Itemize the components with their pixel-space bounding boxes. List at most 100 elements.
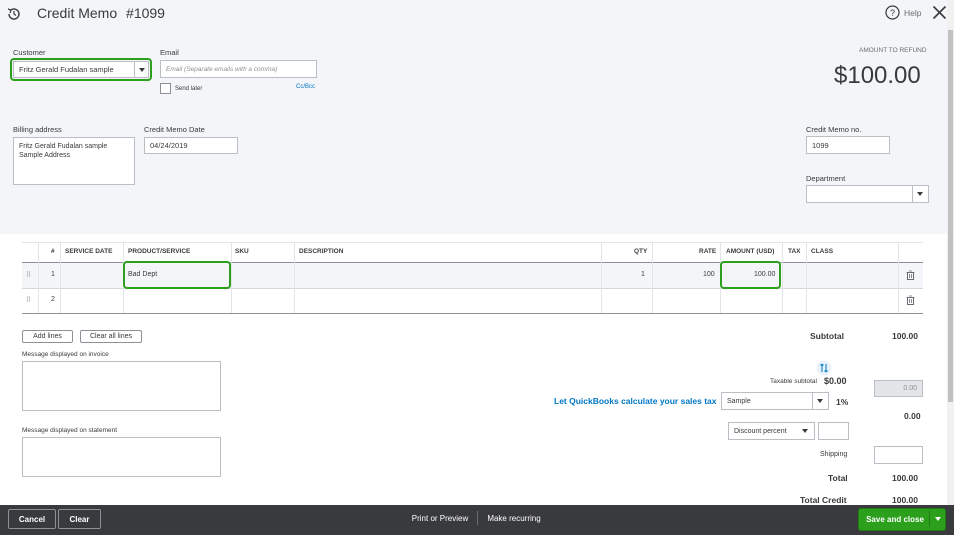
print-preview-button[interactable]: Print or Preview <box>408 509 472 527</box>
chevron-down-icon[interactable] <box>817 399 823 403</box>
shipping-field[interactable] <box>874 446 923 464</box>
email-label: Email <box>160 48 179 57</box>
memo-date-field[interactable]: 04/24/2019 <box>144 137 238 154</box>
col-header-rate: RATE <box>699 248 717 255</box>
chevron-down-icon[interactable] <box>802 429 808 433</box>
row-number: 2 <box>51 296 55 303</box>
cc-bcc-link[interactable]: Cc/Bcc <box>296 84 315 90</box>
scrollbar-thumb[interactable] <box>948 30 953 402</box>
close-icon[interactable] <box>932 5 947 20</box>
make-recurring-button[interactable]: Make recurring <box>483 509 545 527</box>
tax-rate-percent: 1% <box>836 397 849 407</box>
col-header-amount: AMOUNT (USD) <box>726 248 775 255</box>
email-field[interactable]: Email (Separate emails with a comma) <box>160 60 317 78</box>
amount-to-refund-value: $100.00 <box>834 62 921 89</box>
col-divider <box>601 242 602 313</box>
taxable-subtotal-value: $0.00 <box>824 376 847 386</box>
drag-handle-icon[interactable]: ⠿ <box>26 271 31 279</box>
memo-no-value: 1099 <box>812 140 829 150</box>
billing-line-1: Fritz Gerald Fudalan sample <box>19 143 108 150</box>
shipping-label: Shipping <box>820 451 848 458</box>
footer-divider <box>477 511 478 525</box>
chevron-down-icon[interactable] <box>917 192 923 196</box>
send-later-checkbox[interactable] <box>160 83 171 94</box>
subtotal-value: 100.00 <box>892 331 918 341</box>
col-header-class: CLASS <box>811 248 834 255</box>
row-rate[interactable]: 100 <box>703 271 715 278</box>
taxable-subtotal-label: Taxable subtotal <box>770 378 817 385</box>
col-divider <box>652 242 653 313</box>
email-placeholder: Email (Separate emails with a comma) <box>166 65 278 73</box>
memo-no-label: Credit Memo no. <box>806 125 862 134</box>
customer-highlight <box>10 58 152 81</box>
cancel-button[interactable]: Cancel <box>8 509 56 529</box>
col-divider <box>782 242 783 313</box>
col-header-num: # <box>51 248 55 255</box>
save-and-close-label[interactable]: Save and close <box>862 509 928 529</box>
drag-handle-icon[interactable]: ⠿ <box>26 296 31 304</box>
department-select-divider <box>912 186 913 202</box>
help-label[interactable]: Help <box>904 8 921 18</box>
total-credit-label: Total Credit <box>800 495 847 505</box>
subtotal-label: Subtotal <box>810 331 844 341</box>
clear-all-lines-button[interactable]: Clear all lines <box>80 330 142 343</box>
save-split-divider <box>929 511 930 527</box>
sort-arrows-icon[interactable] <box>816 360 832 376</box>
total-label: Total <box>828 473 848 483</box>
customer-label: Customer <box>13 48 46 57</box>
tax-rate-value: Sample <box>727 397 751 405</box>
page-title: Credit Memo #1099 <box>37 5 165 21</box>
recent-transactions-icon[interactable] <box>6 6 22 22</box>
billing-address-field[interactable]: Fritz Gerald Fudalan sample Sample Addre… <box>13 137 135 185</box>
discount-type-value: Discount percent <box>734 427 787 435</box>
tax-amount-value: 0.00 <box>904 411 921 421</box>
col-header-tax: TAX <box>788 248 801 255</box>
table-top-border <box>22 242 923 243</box>
tax-select-divider <box>812 393 813 409</box>
discount-value-field[interactable] <box>818 422 849 440</box>
memo-date-value: 04/24/2019 <box>150 141 188 150</box>
memo-date-label: Credit Memo Date <box>144 125 205 134</box>
col-header-product: PRODUCT/SERVICE <box>128 248 191 255</box>
col-divider <box>231 242 232 313</box>
col-header-description: DESCRIPTION <box>299 248 344 255</box>
col-divider <box>294 242 295 313</box>
total-value: 100.00 <box>892 473 918 483</box>
col-header-qty: QTY <box>634 248 648 255</box>
col-divider <box>898 242 899 313</box>
col-header-service-date: SERVICE DATE <box>65 248 113 255</box>
row-qty[interactable]: 1 <box>641 271 645 278</box>
table-bottom-border <box>22 313 923 314</box>
invoice-message-field[interactable] <box>22 361 221 411</box>
calculate-sales-tax-link[interactable]: Let QuickBooks calculate your sales tax <box>554 396 717 406</box>
col-divider <box>38 242 39 313</box>
tax-amount-input-value: 0.00 <box>903 385 917 392</box>
col-header-sku: SKU <box>235 248 249 255</box>
clear-button[interactable]: Clear <box>58 509 101 529</box>
billing-address-label: Billing address <box>13 125 62 134</box>
page-title-text: Credit Memo <box>37 5 118 21</box>
add-lines-button[interactable]: Add lines <box>22 330 73 343</box>
row-number: 1 <box>51 271 55 278</box>
col-divider <box>806 242 807 313</box>
total-credit-value: 100.00 <box>892 495 918 505</box>
billing-line-2: Sample Address <box>19 152 70 159</box>
department-select[interactable] <box>806 185 929 203</box>
chevron-down-icon[interactable] <box>935 517 941 521</box>
invoice-message-label: Message displayed on invoice <box>22 351 109 358</box>
memo-number-title: #1099 <box>126 5 165 21</box>
statement-message-label: Message displayed on statement <box>22 427 118 434</box>
trash-icon[interactable] <box>906 295 915 305</box>
statement-message-field[interactable] <box>22 437 221 477</box>
trash-icon[interactable] <box>906 270 915 280</box>
svg-text:?: ? <box>890 8 895 18</box>
amount-highlight <box>720 261 781 289</box>
tax-amount-input[interactable]: 0.00 <box>874 380 923 397</box>
memo-no-field[interactable]: 1099 <box>806 136 890 154</box>
col-divider <box>60 242 61 313</box>
department-label: Department <box>806 174 846 183</box>
product-highlight <box>123 261 231 289</box>
help-icon[interactable]: ? <box>885 5 900 20</box>
send-later-label: Send later <box>175 86 203 92</box>
amount-to-refund-label: AMOUNT TO REFUND <box>859 47 927 54</box>
